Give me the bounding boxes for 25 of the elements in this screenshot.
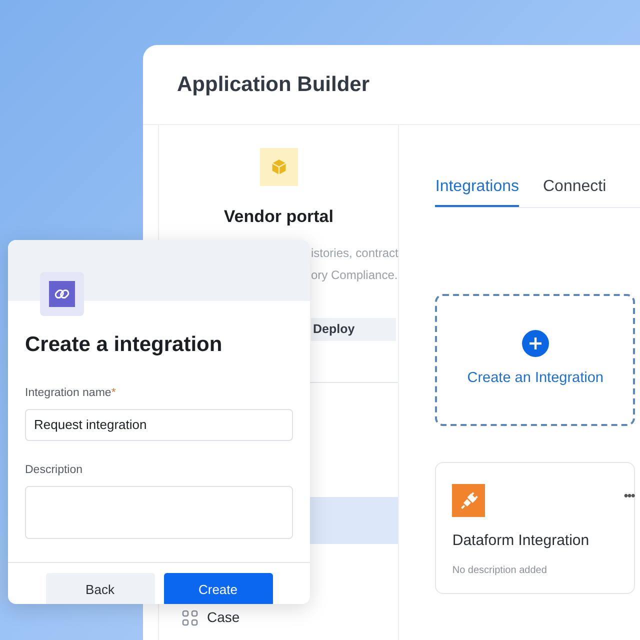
- name-input-field[interactable]: Request integration: [25, 408, 293, 441]
- app-name: Vendor portal: [224, 206, 334, 228]
- app-description: istories, contract: [311, 244, 398, 262]
- plug-icon: [452, 484, 486, 517]
- dialog-title: Create a integration: [25, 332, 224, 358]
- integration-title: Dataform Integration: [452, 531, 590, 551]
- create-button[interactable]: Create: [164, 573, 272, 604]
- description-input-field[interactable]: [25, 486, 293, 539]
- field-label: Integration name*: [25, 386, 117, 400]
- back-button[interactable]: Back: [46, 573, 154, 604]
- box-icon: [260, 148, 298, 186]
- integration-description: No description added: [452, 564, 548, 578]
- create-integration-card[interactable]: Create an Integration: [435, 294, 636, 426]
- deploy-button[interactable]: Deploy: [311, 318, 396, 340]
- nav-label: Case: [207, 608, 240, 627]
- more-menu[interactable]: •••: [624, 486, 634, 506]
- create-integration-label: Create an Integration: [467, 369, 604, 388]
- tab[interactable]: Integrations: [435, 175, 519, 207]
- window-title: Application Builder: [177, 72, 370, 98]
- integration-card[interactable]: ••• Dataform Integration No description added: [435, 462, 636, 594]
- plus-icon: [522, 330, 549, 358]
- app-description: ory Compliance.: [311, 266, 398, 284]
- tab[interactable]: Connecti: [542, 175, 606, 207]
- field-label: Description: [25, 462, 84, 478]
- grid-icon: [182, 610, 198, 626]
